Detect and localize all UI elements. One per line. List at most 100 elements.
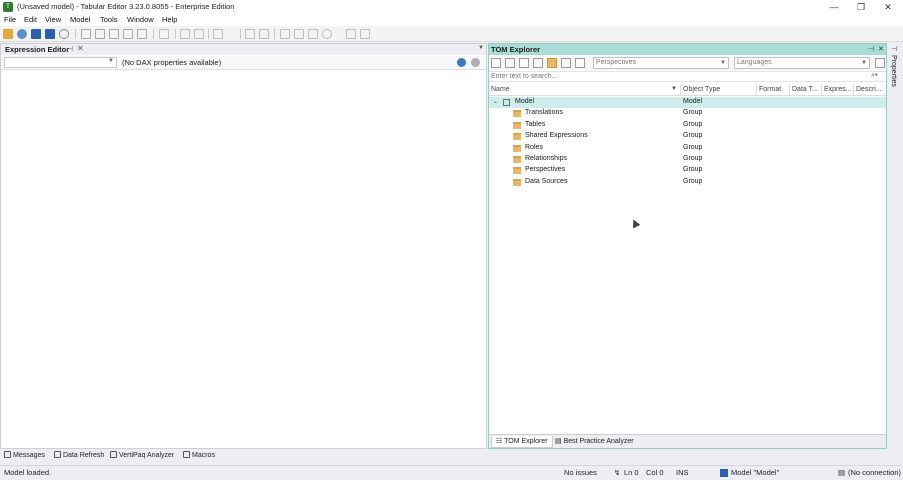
tree-row[interactable]: Data Sources Group xyxy=(489,177,886,188)
tab-data-refresh[interactable]: Data Refresh xyxy=(53,451,104,463)
column-header-data-type[interactable]: Data T... xyxy=(790,84,822,96)
tree-row[interactable]: Tables Group xyxy=(489,120,886,131)
close-icon[interactable]: ✕ xyxy=(77,44,84,53)
hierarchy-icon[interactable] xyxy=(519,58,529,68)
table-icon[interactable] xyxy=(308,29,318,39)
status-issues[interactable]: No issues xyxy=(564,468,597,477)
restore-button[interactable]: ❐ xyxy=(847,0,875,14)
close-button[interactable]: ✕ xyxy=(874,0,902,14)
tree-item-name: Tables xyxy=(525,120,546,128)
columns-layout-icon[interactable] xyxy=(575,58,585,68)
discard-icon[interactable] xyxy=(471,58,480,67)
status-column: Col 0 xyxy=(646,468,664,477)
menu-help[interactable]: Help xyxy=(162,15,177,24)
menu-tools[interactable]: Tools xyxy=(100,15,118,24)
tree-item-name: Relationships xyxy=(525,155,568,162)
chevron-down-icon[interactable]: ▼ xyxy=(478,45,484,51)
tree-row[interactable]: Perspectives Group xyxy=(489,165,886,176)
status-connection[interactable]: (No connection) xyxy=(848,468,901,477)
tree-row[interactable]: Shared Expressions Group xyxy=(489,131,886,142)
column-header-format[interactable]: Format xyxy=(757,84,790,96)
comment-icon[interactable] xyxy=(280,29,290,39)
tree-row[interactable]: ⌄ Model Model xyxy=(489,97,886,108)
tree-item-name: Model xyxy=(515,98,535,105)
tab-tom-explorer[interactable]: ☷ TOM Explorer xyxy=(491,436,553,448)
menu-model[interactable]: Model xyxy=(70,15,90,24)
format-icon[interactable] xyxy=(213,29,223,39)
tree-item-object-type: Group xyxy=(683,132,703,140)
open-folder-icon[interactable] xyxy=(3,29,13,39)
filter-icon[interactable] xyxy=(561,58,571,68)
tab-messages[interactable]: Messages xyxy=(3,451,45,463)
outdent-icon[interactable] xyxy=(194,29,204,39)
tree-item-object-type: Group xyxy=(683,109,703,117)
save-icon[interactable] xyxy=(31,29,41,39)
refresh-icon[interactable] xyxy=(59,29,69,39)
search-icon[interactable]: ⌕▾ xyxy=(871,72,878,80)
search-input[interactable] xyxy=(489,72,869,81)
column-header-name[interactable]: Name ▼ xyxy=(489,84,681,96)
uncomment-icon[interactable] xyxy=(294,29,304,39)
pin-icon[interactable]: ⊣ xyxy=(67,45,73,53)
new-document-icon[interactable] xyxy=(81,29,91,39)
tree-row[interactable]: Translations Group xyxy=(489,108,886,119)
cube-icon[interactable] xyxy=(533,58,543,68)
cancel-icon[interactable] xyxy=(360,29,370,39)
minimize-button[interactable]: — xyxy=(820,0,848,14)
pin-icon[interactable]: ⊣ xyxy=(891,45,897,53)
tab-vertipaq-analyzer[interactable]: VertiPaq Analyzer xyxy=(109,451,174,463)
folder-icon xyxy=(513,110,521,118)
undo-icon[interactable] xyxy=(159,29,169,39)
properties-side-tab[interactable]: ⊣ Properties xyxy=(888,43,903,449)
languages-dropdown[interactable]: Languages ▼ xyxy=(734,57,870,69)
new-script-icon[interactable] xyxy=(95,29,105,39)
column-header-expression[interactable]: Expres... xyxy=(822,84,854,96)
model-icon xyxy=(720,469,728,477)
tree-row[interactable]: Relationships Group xyxy=(489,154,886,165)
tab-best-practice-analyzer[interactable]: ▤ Best Practice Analyzer xyxy=(551,436,638,448)
tree-item-name: Perspectives xyxy=(525,166,566,174)
close-icon[interactable]: ✕ xyxy=(878,45,884,53)
search-document-icon[interactable] xyxy=(109,29,119,39)
filter-icon[interactable] xyxy=(259,29,269,39)
chevron-down-icon[interactable]: ⌄ xyxy=(493,98,498,105)
expression-editor-title[interactable]: Expression Editor xyxy=(5,45,69,54)
lightbulb-icon[interactable] xyxy=(322,29,332,39)
save-all-icon[interactable] xyxy=(45,29,55,39)
tab-macros[interactable]: Macros xyxy=(182,451,215,463)
menu-edit[interactable]: Edit xyxy=(24,15,37,24)
copy-icon[interactable] xyxy=(875,58,885,68)
folder-icon xyxy=(513,178,521,186)
status-model[interactable]: Model "Model" xyxy=(731,468,779,477)
pivot-icon[interactable] xyxy=(137,29,147,39)
perspectives-dropdown[interactable]: Perspectives ▼ xyxy=(593,57,729,69)
menu-window[interactable]: Window xyxy=(127,15,154,24)
no-dax-label: (No DAX properties available) xyxy=(122,58,222,67)
chevron-down-icon: ▼ xyxy=(861,60,867,66)
pin-icon[interactable]: ⊣ xyxy=(868,45,874,53)
tree-row[interactable]: Roles Group xyxy=(489,143,886,154)
filter-icon[interactable]: ▼ xyxy=(671,84,677,95)
tom-tree: ⌄ Model Model Translations Group Tables Group S… xyxy=(489,97,886,397)
indent-icon[interactable] xyxy=(180,29,190,39)
tree-item-object-type: Model xyxy=(683,98,703,105)
property-dropdown[interactable]: ▼ xyxy=(4,57,117,68)
window-title: (Unsaved model) - Tabular Editor 3.23.0.… xyxy=(17,2,235,11)
show-measures-icon[interactable] xyxy=(505,58,515,68)
menu-view[interactable]: View xyxy=(45,15,61,24)
tom-explorer-title[interactable]: TOM Explorer xyxy=(491,45,540,54)
perspectives-placeholder: Perspectives xyxy=(596,59,637,66)
display-folders-icon[interactable] xyxy=(547,58,557,68)
expression-editor-canvas[interactable] xyxy=(1,71,486,448)
connect-icon[interactable] xyxy=(17,29,27,39)
column-header-object-type[interactable]: Object Type xyxy=(681,84,757,96)
check-icon[interactable] xyxy=(346,29,356,39)
folder-icon xyxy=(513,144,521,152)
show-columns-icon[interactable] xyxy=(491,58,501,68)
diagram-icon[interactable] xyxy=(123,29,133,39)
tree-item-name: Shared Expressions xyxy=(525,132,588,140)
column-header-description[interactable]: Descri... xyxy=(854,84,886,96)
menu-file[interactable]: File xyxy=(4,15,16,24)
sort-icon[interactable] xyxy=(245,29,255,39)
accept-icon[interactable] xyxy=(457,58,466,67)
